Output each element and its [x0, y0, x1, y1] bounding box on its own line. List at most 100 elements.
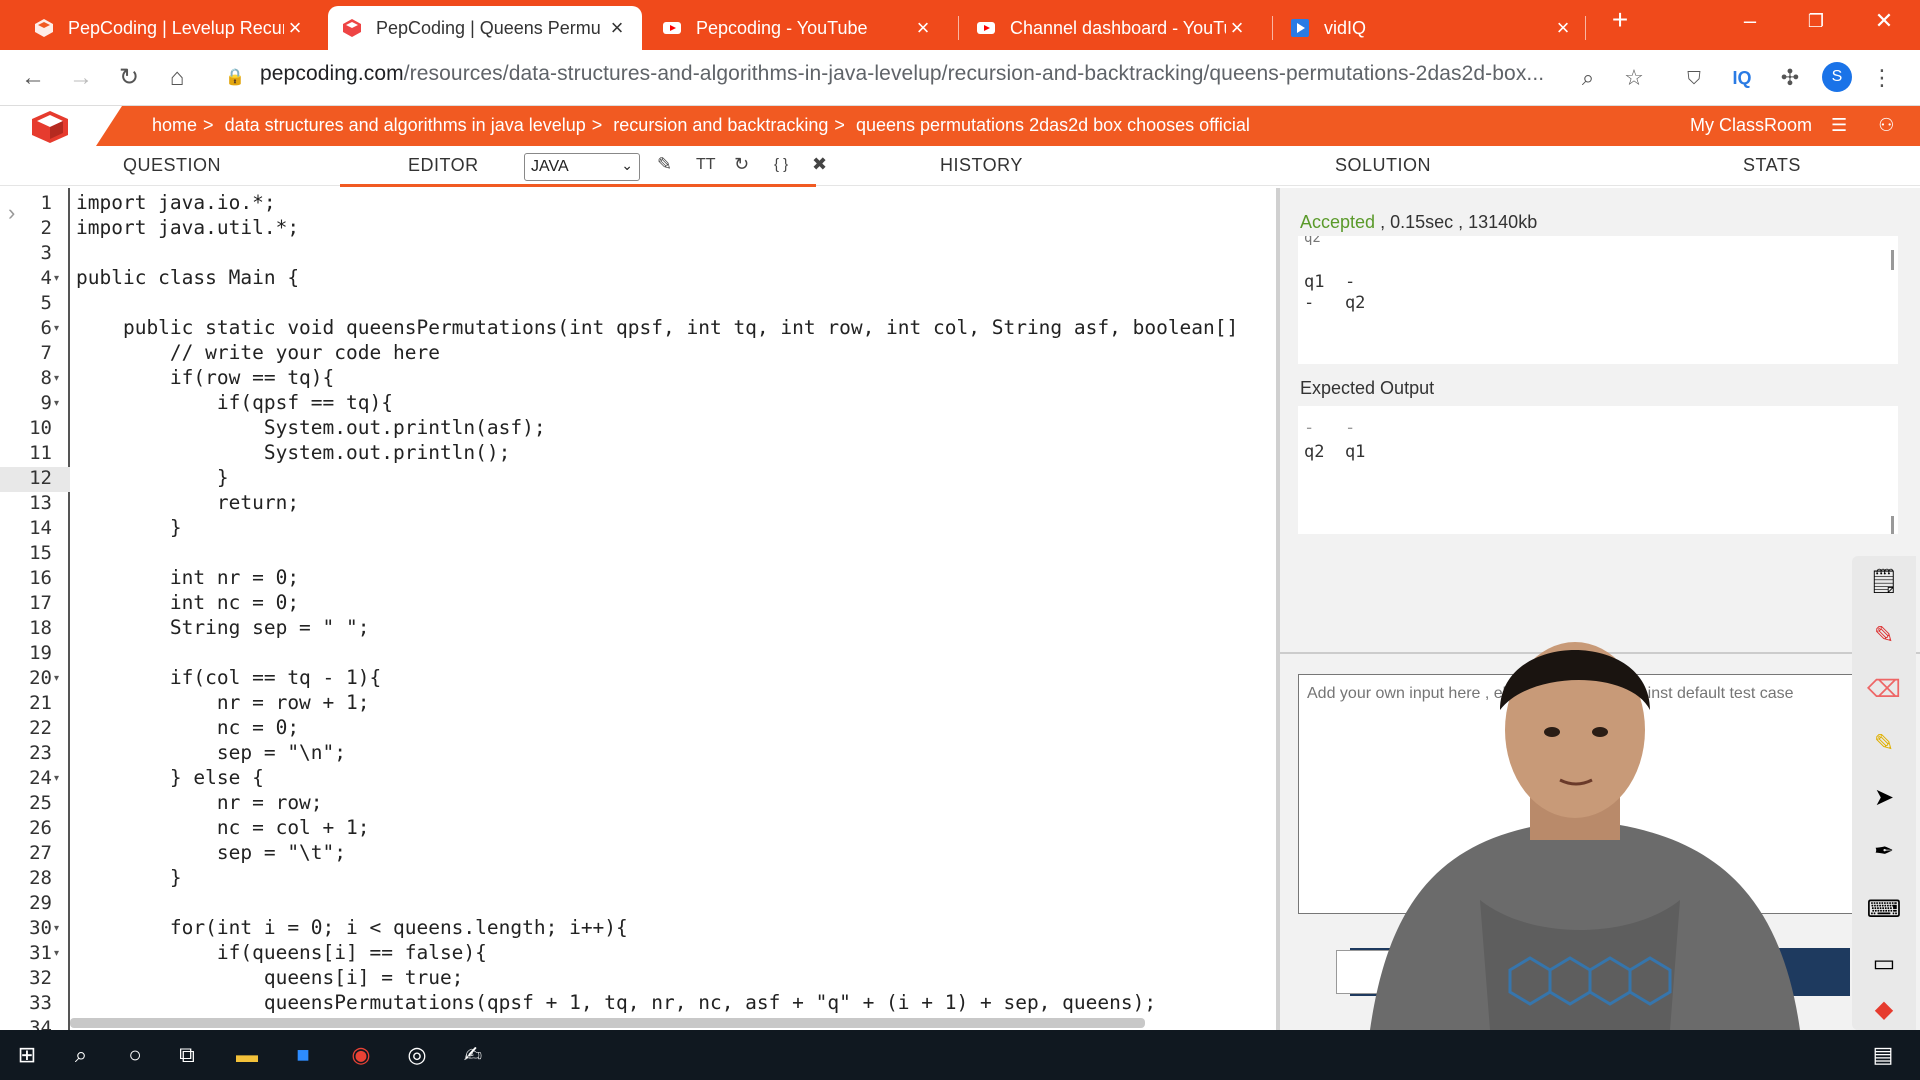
code-line[interactable]: sep = "\n"; — [76, 741, 346, 764]
menu-kebab-icon[interactable]: ⋮ — [1866, 62, 1898, 94]
cortana-icon[interactable]: ○ — [118, 1038, 152, 1072]
new-tab-button[interactable]: + — [1600, 4, 1640, 36]
code-line[interactable]: System.out.println(); — [76, 441, 511, 464]
browser-tab-queens[interactable]: PepCoding | Queens Permu × — [328, 6, 642, 50]
code-line[interactable]: nc = 0; — [76, 716, 299, 739]
fold-toggle-icon[interactable]: ▾ — [54, 273, 59, 284]
code-line[interactable]: return; — [76, 491, 299, 514]
code-editor[interactable]: 1 2 3 4 ▾ 5 6 ▾ 7 8 ▾ 9 ▾ 10 11 12 13 14 15 16 17 18 19 20 ▾ 21 22… — [0, 188, 1278, 1030]
close-icon[interactable]: × — [912, 15, 934, 41]
close-icon[interactable]: × — [1552, 15, 1574, 41]
fold-toggle-icon[interactable]: ▾ — [54, 373, 59, 384]
screen-icon[interactable]: ▭ — [1866, 946, 1902, 982]
horizontal-scrollbar[interactable] — [70, 1018, 1145, 1028]
chevron-right-icon[interactable]: › — [8, 200, 15, 226]
code-line[interactable]: for(int i = 0; i < queens.length; i++){ — [76, 916, 628, 939]
code-line[interactable]: if(col == tq - 1){ — [76, 666, 381, 689]
code-line[interactable]: if(queens[i] == false){ — [76, 941, 487, 964]
restore-button[interactable]: ❐ — [1796, 11, 1836, 32]
obs-icon[interactable]: ◎ — [400, 1038, 434, 1072]
code-line[interactable]: public class Main { — [76, 266, 299, 289]
language-select[interactable]: JAVA ⌄ — [524, 153, 640, 181]
fold-toggle-icon[interactable]: ▾ — [54, 323, 59, 334]
window-close-button[interactable]: ✕ — [1864, 8, 1904, 34]
pocket-extension-icon[interactable]: ⛉ — [1678, 62, 1710, 94]
browser-tab-youtube[interactable]: Pepcoding - YouTube × — [648, 6, 948, 50]
code-line[interactable]: if(qpsf == tq){ — [76, 391, 393, 414]
code-line[interactable]: String sep = " "; — [76, 616, 370, 639]
code-line[interactable]: System.out.println(asf); — [76, 416, 546, 439]
expected-output-box[interactable]: - - q2 q1 — [1298, 406, 1898, 534]
fold-toggle-icon[interactable]: ▾ — [54, 773, 59, 784]
close-icon[interactable]: × — [606, 15, 628, 41]
tab-question[interactable]: QUESTION — [123, 155, 221, 176]
code-line[interactable]: import java.io.*; — [76, 191, 276, 214]
breadcrumb-home[interactable]: home — [152, 115, 197, 135]
vidiq-extension-icon[interactable]: IQ — [1726, 62, 1758, 94]
fold-toggle-icon[interactable]: ▾ — [54, 398, 59, 409]
expected-scrollbar[interactable] — [1891, 516, 1894, 534]
pen-black-icon[interactable]: ✒ — [1866, 834, 1902, 870]
pepcoding-logo-icon[interactable] — [30, 110, 70, 144]
keyboard-icon[interactable]: ⌨ — [1866, 892, 1902, 928]
your-output-box[interactable]: q2 q1 - - q2 — [1298, 236, 1898, 364]
format-braces-icon[interactable]: { } — [774, 156, 788, 173]
extensions-puzzle-icon[interactable]: ✣ — [1774, 62, 1806, 94]
fullscreen-icon[interactable]: ✖ — [812, 154, 827, 175]
code-line[interactable]: } else { — [76, 766, 264, 789]
fold-toggle-icon[interactable]: ▾ — [54, 948, 59, 959]
code-line[interactable]: int nc = 0; — [76, 591, 299, 614]
tab-stats[interactable]: STATS — [1743, 155, 1801, 176]
browser-tab-vidiq[interactable]: vidIQ × — [1276, 6, 1588, 50]
search-icon[interactable]: ⌕ — [64, 1038, 98, 1072]
highlighter-icon[interactable]: ✎ — [1866, 726, 1902, 762]
reset-icon[interactable]: ↻ — [734, 154, 749, 175]
profile-avatar[interactable]: S — [1822, 62, 1854, 94]
cursor-pointer-icon[interactable]: ➤ — [1866, 780, 1902, 816]
minimize-button[interactable]: – — [1730, 8, 1770, 34]
code-line[interactable]: } — [76, 866, 182, 889]
fold-toggle-icon[interactable]: ▾ — [54, 673, 59, 684]
code-line[interactable]: queens[i] = true; — [76, 966, 464, 989]
chrome-icon[interactable]: ◉ — [344, 1038, 378, 1072]
bookmark-star-icon[interactable]: ☆ — [1618, 62, 1650, 94]
close-icon[interactable]: × — [1226, 15, 1248, 41]
my-classroom-link[interactable]: My ClassRoom ☰ ⚇ — [1690, 115, 1894, 136]
reload-icon[interactable]: ↻ — [112, 61, 146, 95]
home-icon[interactable]: ⌂ — [160, 61, 194, 95]
tab-history[interactable]: HISTORY — [940, 155, 1023, 176]
code-line[interactable]: nr = row; — [76, 791, 323, 814]
task-view-icon[interactable]: ⧉ — [170, 1038, 204, 1072]
font-size-icon[interactable]: TT — [696, 156, 716, 174]
code-line[interactable]: nr = row + 1; — [76, 691, 370, 714]
breadcrumb-course[interactable]: data structures and algorithms in java l… — [225, 115, 586, 135]
breadcrumb-topic[interactable]: recursion and backtracking — [613, 115, 828, 135]
browser-tab-levelup[interactable]: PepCoding | Levelup Recurs × — [20, 6, 320, 50]
code-line[interactable]: // write your code here — [76, 341, 440, 364]
code-line[interactable]: sep = "\t"; — [76, 841, 346, 864]
code-line[interactable]: int nr = 0; — [76, 566, 299, 589]
back-arrow-icon[interactable]: ← — [16, 61, 50, 95]
code-line[interactable]: } — [76, 516, 182, 539]
brush-icon[interactable]: ✎ — [657, 154, 672, 175]
browser-tab-channel-dashboard[interactable]: Channel dashboard - YouTu × — [962, 6, 1262, 50]
zoom-app-icon[interactable]: ■ — [286, 1038, 320, 1072]
whiteboard-app-icon[interactable]: ✍ — [456, 1038, 490, 1072]
forward-arrow-icon[interactable]: → — [64, 61, 98, 95]
user-icon[interactable]: ⚇ — [1878, 115, 1894, 135]
output-scrollbar[interactable] — [1891, 250, 1894, 270]
code-line[interactable]: } — [76, 466, 229, 489]
eraser-icon[interactable]: ⌫ — [1866, 672, 1902, 708]
breadcrumb-problem[interactable]: queens permutations 2das2d box chooses o… — [856, 115, 1250, 135]
code-line[interactable]: if(row == tq){ — [76, 366, 334, 389]
notifications-icon[interactable]: ▤ — [1866, 1038, 1900, 1072]
fold-toggle-icon[interactable]: ▾ — [54, 923, 59, 934]
code-line[interactable]: nc = col + 1; — [76, 816, 370, 839]
windows-start-icon[interactable]: ⊞ — [10, 1038, 44, 1072]
close-icon[interactable]: × — [284, 15, 306, 41]
address-bar[interactable]: pepcoding.com/resources/data-structures-… — [260, 62, 1580, 86]
tab-solution[interactable]: SOLUTION — [1335, 155, 1431, 176]
lock-icon[interactable]: 🔒 — [218, 61, 252, 95]
code-line[interactable]: public static void queensPermutations(in… — [76, 316, 1238, 339]
code-line[interactable]: queensPermutations(qpsf + 1, tq, nr, nc,… — [76, 991, 1156, 1014]
